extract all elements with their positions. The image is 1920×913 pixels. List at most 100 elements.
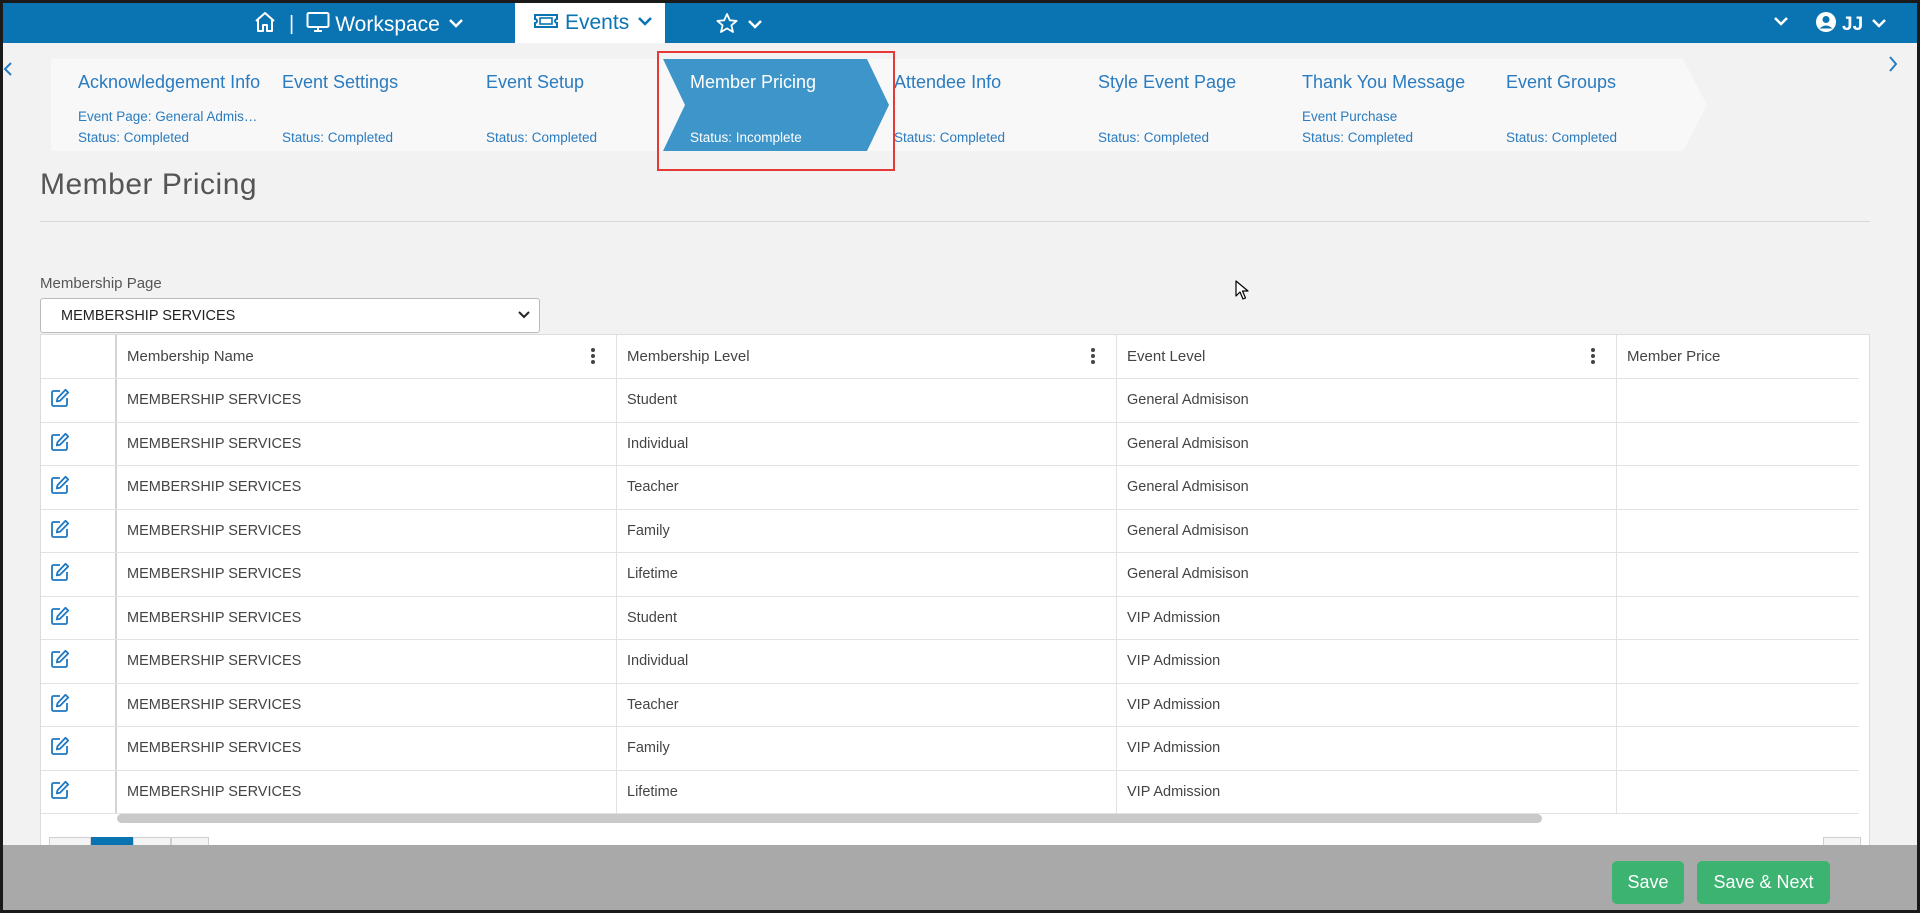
event-level-cell: VIP Admission (1117, 683, 1617, 726)
member-price-cell[interactable] (1617, 423, 1859, 466)
step-attendee-info[interactable]: Attendee Info Status: Completed (867, 59, 1095, 151)
column-header-membership-name[interactable]: Membership Name (117, 335, 617, 378)
step-event-setup[interactable]: Event Setup Status: Completed (459, 59, 687, 151)
edit-icon[interactable] (50, 693, 70, 717)
edit-cell (41, 727, 117, 770)
workspace-menu[interactable]: Workspace (306, 11, 464, 38)
membership-level-cell: Teacher (617, 683, 1117, 726)
step-event-settings[interactable]: Event Settings Status: Completed (255, 59, 483, 151)
event-level-cell: VIP Admission (1117, 727, 1617, 770)
column-header-member-price[interactable]: Member Price (1617, 335, 1859, 378)
user-initials: JJ (1842, 13, 1864, 35)
nav-dropdown-toggle[interactable] (1773, 14, 1789, 32)
event-level-cell: General Admisison (1117, 509, 1617, 552)
step-title: Event Settings (282, 72, 399, 92)
step-acknowledgement-info[interactable]: Acknowledgement Info Event Page: General… (51, 59, 279, 151)
member-price-cell[interactable] (1617, 640, 1859, 683)
membership-name-cell: MEMBERSHIP SERVICES (117, 596, 617, 639)
membership-level-cell: Student (617, 596, 1117, 639)
step-style-event-page[interactable]: Style Event Page Status: Completed (1071, 59, 1299, 151)
edit-cell (41, 596, 117, 639)
step-member-pricing[interactable]: Member Pricing Status: Incomplete (663, 59, 891, 151)
star-icon (715, 12, 739, 39)
member-price-cell[interactable] (1617, 379, 1859, 422)
table-row: MEMBERSHIP SERVICES Individual General Adm… (41, 422, 1859, 466)
member-price-cell[interactable] (1617, 684, 1859, 727)
step-title: Style Event Page (1098, 72, 1237, 92)
membership-level-cell: Family (617, 509, 1117, 552)
table-row: MEMBERSHIP SERVICES Student General Admisi… (41, 379, 1859, 423)
horizontal-scrollbar[interactable] (117, 814, 1542, 823)
membership-level-cell: Individual (617, 422, 1117, 465)
edit-icon[interactable] (50, 780, 70, 804)
nav-home-workspace-group: | Workspace (253, 11, 464, 38)
workspace-label: Workspace (335, 12, 440, 36)
edit-icon[interactable] (50, 736, 70, 760)
step-status: Status: Completed (282, 130, 394, 145)
top-nav: | Workspace Events JJ (3, 3, 1917, 43)
step-status: Status: Completed (1098, 130, 1210, 145)
member-pricing-grid: Membership Name Membership Level Event L… (40, 334, 1870, 854)
events-menu[interactable]: Events (515, 3, 665, 43)
user-menu[interactable]: JJ (1815, 11, 1887, 38)
column-menu-icon[interactable] (1590, 347, 1596, 369)
member-price-cell[interactable] (1617, 771, 1859, 814)
edit-icon[interactable] (50, 388, 70, 412)
home-icon[interactable] (253, 11, 277, 38)
step-subtitle: Event Purchase (1302, 109, 1398, 124)
step-subtitle: Event Page: General Admission (78, 109, 263, 124)
steps-scroll-left-button[interactable] (3, 57, 13, 83)
table-row: MEMBERSHIP SERVICES Lifetime General Admis… (41, 553, 1859, 597)
event-level-cell: General Admisison (1117, 379, 1617, 422)
step-thank-you-message[interactable]: Thank You Message Event Purchase Status:… (1275, 59, 1503, 151)
member-price-cell[interactable] (1617, 466, 1859, 509)
membership-level-cell: Individual (617, 640, 1117, 683)
member-price-cell[interactable] (1617, 727, 1859, 770)
edit-cell (41, 553, 117, 596)
steps-scroll-right-button[interactable] (1887, 55, 1899, 78)
step-status: Status: Completed (1506, 130, 1618, 145)
table-row: MEMBERSHIP SERVICES Teacher VIP Admission (41, 683, 1859, 727)
edit-icon[interactable] (50, 432, 70, 456)
table-row: MEMBERSHIP SERVICES Family VIP Admission (41, 727, 1859, 771)
step-status: Status: Incomplete (690, 130, 802, 145)
step-status: Status: Completed (1302, 130, 1414, 145)
edit-cell (41, 379, 117, 422)
edit-cell (41, 770, 117, 813)
step-event-groups[interactable]: Event Groups Status: Completed (1479, 59, 1707, 151)
membership-level-cell: Teacher (617, 466, 1117, 509)
event-level-cell: VIP Admission (1117, 596, 1617, 639)
member-price-cell[interactable] (1617, 553, 1859, 596)
column-header-event-level[interactable]: Event Level (1117, 335, 1617, 378)
membership-name-cell: MEMBERSHIP SERVICES (117, 509, 617, 552)
member-price-cell[interactable] (1617, 597, 1859, 640)
column-header-membership-level[interactable]: Membership Level (617, 335, 1117, 378)
edit-icon[interactable] (50, 606, 70, 630)
edit-icon[interactable] (50, 475, 70, 499)
table-row: MEMBERSHIP SERVICES Student VIP Admission (41, 596, 1859, 640)
membership-name-cell: MEMBERSHIP SERVICES (117, 466, 617, 509)
step-status: Status: Completed (894, 130, 1006, 145)
edit-cell (41, 422, 117, 465)
event-level-cell: General Admisison (1117, 466, 1617, 509)
save-button[interactable]: Save (1612, 861, 1684, 904)
edit-cell (41, 466, 117, 509)
chevron-left-icon (3, 57, 13, 82)
membership-level-cell: Family (617, 727, 1117, 770)
membership-page-select[interactable]: MEMBERSHIP SERVICES (40, 298, 540, 333)
mouse-cursor-icon (1235, 280, 1249, 305)
wizard-steps: Acknowledgement Info Event Page: General… (51, 59, 1707, 151)
column-header-label: Member Price (1627, 348, 1721, 365)
chevron-down-icon (1773, 14, 1789, 31)
column-menu-icon[interactable] (1090, 347, 1096, 369)
save-and-next-button[interactable]: Save & Next (1697, 861, 1830, 904)
favorites-menu[interactable] (715, 12, 763, 39)
edit-icon[interactable] (50, 562, 70, 586)
edit-icon[interactable] (50, 649, 70, 673)
column-menu-icon[interactable] (590, 347, 596, 369)
page-title: Member Pricing (40, 168, 258, 201)
event-level-cell: General Admisison (1117, 553, 1617, 596)
edit-icon[interactable] (50, 519, 70, 543)
member-price-cell[interactable] (1617, 510, 1859, 553)
event-level-cell: General Admisison (1117, 422, 1617, 465)
